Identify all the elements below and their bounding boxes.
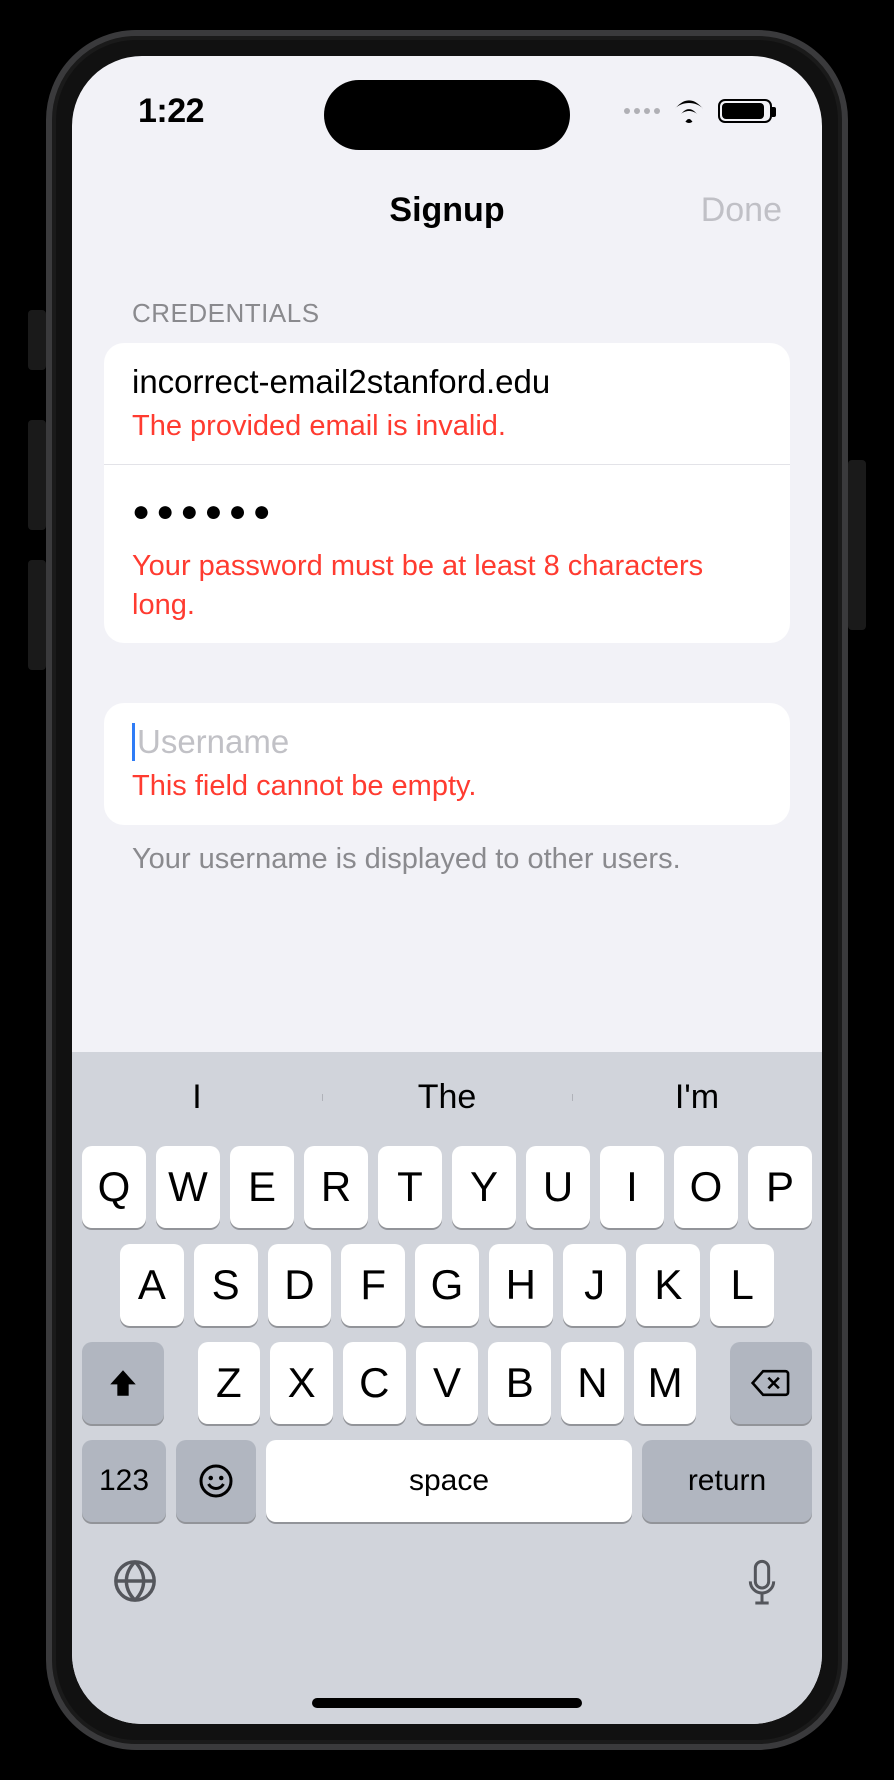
device-frame: 1:22 Signup Done CREDENTIALS incorrect-e… bbox=[46, 30, 848, 1750]
key-numbers[interactable]: 123 bbox=[82, 1440, 166, 1522]
device-power-button bbox=[848, 460, 866, 630]
text-cursor bbox=[132, 723, 135, 761]
suggestion-1[interactable]: I bbox=[72, 1078, 322, 1117]
credentials-header: CREDENTIALS bbox=[104, 254, 790, 343]
password-error: Your password must be at least 8 charact… bbox=[132, 547, 762, 625]
key-y[interactable]: Y bbox=[452, 1146, 516, 1228]
key-space[interactable]: space bbox=[266, 1440, 632, 1522]
keyboard-dictation-button[interactable] bbox=[742, 1558, 782, 1613]
key-c[interactable]: C bbox=[343, 1342, 406, 1424]
key-t[interactable]: T bbox=[378, 1146, 442, 1228]
username-placeholder: Username bbox=[137, 723, 289, 761]
key-f[interactable]: F bbox=[341, 1244, 405, 1326]
key-backspace[interactable] bbox=[730, 1342, 812, 1424]
home-indicator[interactable] bbox=[312, 1698, 582, 1708]
device-volume-down bbox=[28, 560, 46, 670]
email-error: The provided email is invalid. bbox=[132, 407, 762, 446]
key-shift[interactable] bbox=[82, 1342, 164, 1424]
wifi-icon bbox=[672, 99, 706, 123]
key-return[interactable]: return bbox=[642, 1440, 812, 1522]
key-k[interactable]: K bbox=[636, 1244, 700, 1326]
emoji-icon bbox=[198, 1463, 234, 1499]
password-field[interactable]: ●●●●●● bbox=[132, 485, 762, 541]
keyboard-globe-button[interactable] bbox=[112, 1558, 158, 1613]
dynamic-island bbox=[324, 80, 570, 150]
shift-icon bbox=[106, 1366, 140, 1400]
key-l[interactable]: L bbox=[710, 1244, 774, 1326]
suggestion-3[interactable]: I'm bbox=[572, 1078, 822, 1117]
globe-icon bbox=[112, 1558, 158, 1604]
key-o[interactable]: O bbox=[674, 1146, 738, 1228]
key-j[interactable]: J bbox=[563, 1244, 627, 1326]
signup-form: CREDENTIALS incorrect-email2stanford.edu… bbox=[72, 254, 822, 876]
key-e[interactable]: E bbox=[230, 1146, 294, 1228]
keyboard: I The I'm Q W E R T Y U I O P A bbox=[72, 1052, 822, 1724]
key-h[interactable]: H bbox=[489, 1244, 553, 1326]
username-field[interactable]: Username bbox=[132, 723, 762, 761]
key-n[interactable]: N bbox=[561, 1342, 624, 1424]
suggestion-bar: I The I'm bbox=[72, 1052, 822, 1142]
email-field[interactable]: incorrect-email2stanford.edu bbox=[132, 363, 762, 401]
status-indicators bbox=[624, 99, 772, 123]
key-rows: Q W E R T Y U I O P A S D F G H bbox=[72, 1142, 822, 1554]
page-title: Signup bbox=[389, 191, 504, 230]
key-i[interactable]: I bbox=[600, 1146, 664, 1228]
done-button[interactable]: Done bbox=[701, 191, 782, 230]
key-u[interactable]: U bbox=[526, 1146, 590, 1228]
screen: 1:22 Signup Done CREDENTIALS incorrect-e… bbox=[72, 56, 822, 1724]
username-footer: Your username is displayed to other user… bbox=[104, 825, 790, 876]
key-d[interactable]: D bbox=[268, 1244, 332, 1326]
credentials-card: incorrect-email2stanford.edu The provide… bbox=[104, 343, 790, 643]
key-x[interactable]: X bbox=[270, 1342, 333, 1424]
battery-icon bbox=[718, 99, 772, 123]
key-emoji[interactable] bbox=[176, 1440, 256, 1522]
key-v[interactable]: V bbox=[416, 1342, 479, 1424]
password-row[interactable]: ●●●●●● Your password must be at least 8 … bbox=[104, 464, 790, 643]
key-s[interactable]: S bbox=[194, 1244, 258, 1326]
key-m[interactable]: M bbox=[634, 1342, 697, 1424]
backspace-icon bbox=[750, 1366, 792, 1400]
suggestion-2[interactable]: The bbox=[322, 1078, 572, 1117]
cellular-icon bbox=[624, 108, 660, 114]
key-w[interactable]: W bbox=[156, 1146, 220, 1228]
email-row[interactable]: incorrect-email2stanford.edu The provide… bbox=[104, 343, 790, 464]
username-row[interactable]: Username This field cannot be empty. bbox=[104, 703, 790, 824]
key-b[interactable]: B bbox=[488, 1342, 551, 1424]
status-time: 1:22 bbox=[138, 92, 204, 131]
device-volume-up bbox=[28, 420, 46, 530]
username-error: This field cannot be empty. bbox=[132, 767, 762, 806]
username-card: Username This field cannot be empty. bbox=[104, 703, 790, 824]
key-g[interactable]: G bbox=[415, 1244, 479, 1326]
key-q[interactable]: Q bbox=[82, 1146, 146, 1228]
key-r[interactable]: R bbox=[304, 1146, 368, 1228]
mic-icon bbox=[742, 1558, 782, 1608]
key-p[interactable]: P bbox=[748, 1146, 812, 1228]
device-mute-switch bbox=[28, 310, 46, 370]
key-a[interactable]: A bbox=[120, 1244, 184, 1326]
key-z[interactable]: Z bbox=[198, 1342, 261, 1424]
nav-bar: Signup Done bbox=[72, 166, 822, 254]
